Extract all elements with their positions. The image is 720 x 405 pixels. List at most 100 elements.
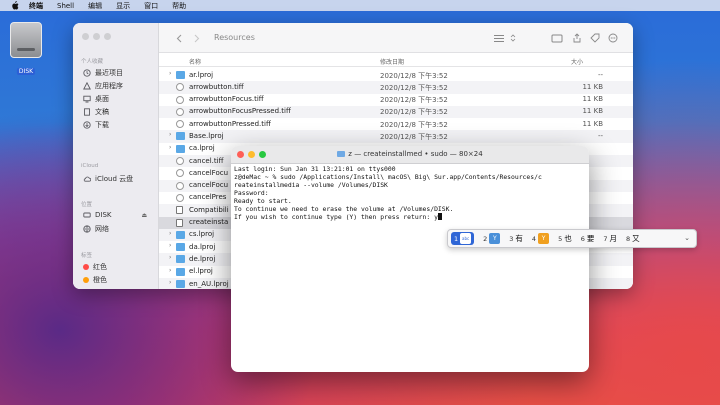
disk-icon [83, 211, 91, 219]
folder-icon [176, 243, 185, 252]
menu-bar: 终端 Shell 编辑 显示 窗口 帮助 [0, 0, 720, 11]
disclosure-chevron-icon[interactable]: › [169, 242, 171, 249]
file-name: Compatibili [189, 205, 229, 214]
sidebar-item-downloads[interactable]: 下载 [83, 120, 109, 130]
zoom-button[interactable] [104, 33, 111, 40]
file-name: en_AU.lproj [189, 279, 229, 288]
ime-candidate[interactable]: 8又 [626, 233, 640, 244]
chevron-down-icon[interactable]: ⌄ [684, 234, 690, 242]
file-name: cancelFocu [189, 181, 229, 190]
sidebar-item-documents[interactable]: 文稿 [83, 107, 109, 117]
disclosure-chevron-icon[interactable]: › [169, 267, 171, 274]
list-view-icon[interactable] [493, 33, 505, 43]
table-row[interactable]: arrowbutton.tiff2020/12/8 下午3:5211 KBTIF… [159, 81, 633, 94]
folder-icon [176, 267, 185, 276]
menu-window[interactable]: 窗口 [144, 1, 158, 11]
disclosure-chevron-icon[interactable]: › [169, 230, 171, 237]
file-name: cancelFocu [189, 168, 229, 177]
sidebar-item-network[interactable]: 网络 [83, 224, 109, 234]
file-size: 11 KB [582, 82, 603, 91]
apple-icon[interactable] [10, 1, 19, 10]
share-icon[interactable] [571, 33, 583, 43]
sidebar-item-applications[interactable]: 应用程序 [83, 81, 123, 91]
file-name: el.lproj [189, 267, 213, 276]
file-name: arrowbuttonFocus.tiff [189, 95, 264, 104]
ime-candidate[interactable]: 6要 [581, 233, 595, 244]
view-options-chevron-icon[interactable] [507, 33, 519, 43]
terminal-line-text: Last login: Sun Jan 31 13:21:01 on ttys0… [234, 165, 396, 173]
ime-candidate[interactable]: 2Y [483, 233, 501, 244]
minimize-button[interactable] [93, 33, 100, 40]
ime-candidate[interactable]: 7月 [603, 233, 617, 244]
candidate-text: 月 [609, 234, 617, 243]
ime-candidate[interactable]: 3有 [509, 233, 523, 244]
download-icon [83, 121, 91, 129]
ime-candidate[interactable]: 5也 [558, 233, 572, 244]
file-name: arrowbuttonFocusPressed.tiff [189, 107, 291, 116]
terminal-titlebar: z — createinstallmed • sudo — 80×24 [231, 146, 589, 164]
file-name: arrowbuttonPressed.tiff [189, 119, 271, 128]
emoji-candidate-icon: Y [538, 233, 550, 244]
terminal-line: If you wish to continue type (Y) then pr… [234, 213, 584, 222]
sidebar-section-locations: 位置 [81, 202, 93, 208]
sidebar-section-favorites: 个人收藏 [81, 59, 104, 65]
disclosure-chevron-icon[interactable]: › [169, 144, 171, 151]
menu-terminal[interactable]: 终端 [29, 1, 43, 11]
column-header: 名称 修改日期 大小 种类 [159, 54, 633, 67]
more-actions-icon[interactable] [608, 33, 620, 43]
sidebar-item-recents[interactable]: 最近项目 [83, 68, 123, 78]
disclosure-chevron-icon[interactable]: › [169, 254, 171, 261]
disclosure-chevron-icon[interactable]: › [169, 279, 171, 286]
eject-icon[interactable]: ⏏ [142, 212, 148, 219]
column-name[interactable]: 名称 [189, 57, 201, 66]
sidebar-item-tag-orange[interactable]: 橙色 [83, 275, 107, 285]
terminal-output[interactable]: Last login: Sun Jan 31 13:21:01 on ttys0… [234, 165, 584, 222]
sidebar-item-icloud-drive[interactable]: iCloud 云盘 [83, 174, 133, 184]
column-size[interactable]: 大小 [571, 57, 583, 66]
terminal-line-text: If you wish to continue type (Y) then pr… [234, 213, 438, 222]
table-row[interactable]: arrowbuttonFocusPressed.tiff 2020/12/8 下午… [159, 105, 633, 119]
column-date[interactable]: 修改日期 [380, 57, 404, 66]
network-icon [83, 225, 91, 233]
close-button[interactable] [82, 33, 89, 40]
terminal-line: reateinstallmedia --volume /Volumes/DISK [234, 181, 584, 190]
file-name: createinsta [189, 218, 229, 227]
group-icon[interactable] [551, 33, 563, 43]
sidebar-item-tag-red[interactable]: 红色 [83, 262, 107, 272]
tag-icon[interactable] [589, 33, 601, 43]
candidate-text: 又 [632, 234, 640, 243]
sidebar-item-disk[interactable]: DISK ⏏ [83, 211, 147, 219]
desktop-disk[interactable]: DISK [6, 22, 46, 82]
menu-help[interactable]: 帮助 [172, 1, 186, 11]
sidebar-item-desktop[interactable]: 桌面 [83, 94, 109, 104]
file-date: 2020/12/8 下午3:52 [380, 132, 448, 141]
terminal-title: z — createinstallmed • sudo — 80×24 [348, 150, 483, 158]
folder-icon [176, 132, 185, 141]
ime-candidate[interactable]: 4Y [532, 233, 550, 244]
disclosure-chevron-icon[interactable]: › [169, 70, 171, 77]
candidate-number: 5 [558, 234, 563, 243]
terminal-line: To continue we need to erase the volume … [234, 205, 584, 214]
ime-candidate[interactable]: 1 abc [451, 232, 475, 245]
file-size: -- [597, 70, 603, 79]
table-row[interactable]: ›Base.lproj2020/12/8 下午3:52--文件夹 [159, 130, 633, 143]
menu-shell[interactable]: Shell [57, 2, 74, 10]
disclosure-chevron-icon[interactable]: › [169, 131, 171, 138]
document-icon [176, 206, 183, 215]
table-row[interactable]: ›ar.lproj2020/12/8 下午3:52--文件夹 [159, 69, 633, 81]
forward-icon[interactable] [191, 33, 203, 43]
external-disk-icon [10, 22, 42, 58]
table-row[interactable]: arrowbuttonFocus.tiff 2020/12/8 下午3:52 11 … [159, 94, 633, 106]
emoji-candidate-icon: abc [460, 233, 472, 244]
back-icon[interactable] [173, 33, 185, 43]
file-name: cancel.tiff [189, 156, 224, 165]
file-size: 11 KB [582, 95, 603, 104]
image-file-icon [176, 193, 184, 202]
window-title: Resources [214, 33, 255, 42]
menu-view[interactable]: 显示 [116, 1, 130, 11]
folder-icon [176, 230, 185, 239]
emoji-candidate-icon: Y [489, 233, 501, 244]
table-row[interactable]: arrowbuttonPressed.tiff 2020/12/8 下午3:52 1… [159, 118, 633, 130]
menu-edit[interactable]: 编辑 [88, 1, 102, 11]
folder-icon [176, 280, 185, 289]
